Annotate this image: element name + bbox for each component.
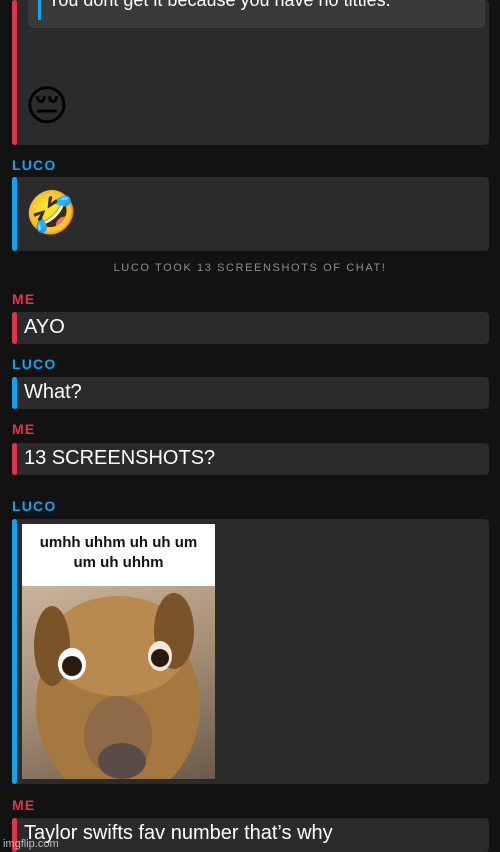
screenshot-notice: LUCO TOOK 13 SCREENSHOTS OF CHAT! bbox=[113, 262, 387, 274]
pensive-face-emoji: 😔 bbox=[25, 82, 69, 129]
sender-label-luco: LUCO bbox=[12, 157, 57, 173]
imgflip-watermark: imgflip.com bbox=[3, 838, 59, 850]
message-card-me-emoji[interactable]: You dont get it because you have no titt… bbox=[12, 0, 489, 145]
sender-bar-luco bbox=[12, 519, 17, 784]
sender-label-luco: LUCO bbox=[12, 498, 57, 514]
message-card-luco-emoji[interactable]: 🤣 bbox=[12, 177, 489, 251]
sender-bar-me bbox=[12, 312, 17, 344]
sender-bar-me bbox=[12, 443, 17, 475]
sender-bar-luco bbox=[12, 177, 17, 251]
message-card-me-taylor[interactable]: Taylor swifts fav number that’s why bbox=[12, 818, 489, 852]
sender-label-me: ME bbox=[12, 291, 36, 307]
message-text: What? bbox=[24, 381, 82, 403]
sender-bar-luco bbox=[12, 377, 17, 409]
quoted-message-text: You dont get it because you have no titt… bbox=[48, 0, 391, 10]
message-card-me-ayo[interactable]: AYO bbox=[12, 312, 489, 344]
quote-bar bbox=[38, 0, 41, 20]
message-card-me-screenshots[interactable]: 13 SCREENSHOTS? bbox=[12, 443, 489, 475]
sender-label-luco: LUCO bbox=[12, 356, 57, 372]
sender-label-me: ME bbox=[12, 421, 36, 437]
message-text: Taylor swifts fav number that’s why bbox=[24, 822, 333, 844]
message-text: 13 SCREENSHOTS? bbox=[24, 447, 216, 469]
dog-picture bbox=[22, 586, 215, 779]
quoted-message[interactable]: You dont get it because you have no titt… bbox=[28, 0, 485, 28]
dog-gif-image[interactable]: umhh uhhm uh uh um um uh uhhm bbox=[22, 524, 215, 779]
dog-illustration bbox=[34, 593, 200, 779]
rofl-emoji: 🤣 bbox=[25, 189, 78, 236]
message-text: AYO bbox=[24, 316, 65, 338]
gif-caption: umhh uhhm uh uh um um uh uhhm bbox=[22, 524, 215, 586]
gif-caption-line: um uh uhhm bbox=[73, 554, 164, 571]
message-card-luco-gif[interactable]: umhh uhhm uh uh um um uh uhhm bbox=[12, 519, 489, 784]
sender-bar-me bbox=[12, 0, 17, 145]
sender-label-me: ME bbox=[12, 797, 36, 813]
message-card-luco-what[interactable]: What? bbox=[12, 377, 489, 409]
gif-caption-line: umhh uhhm uh uh um bbox=[39, 534, 198, 551]
